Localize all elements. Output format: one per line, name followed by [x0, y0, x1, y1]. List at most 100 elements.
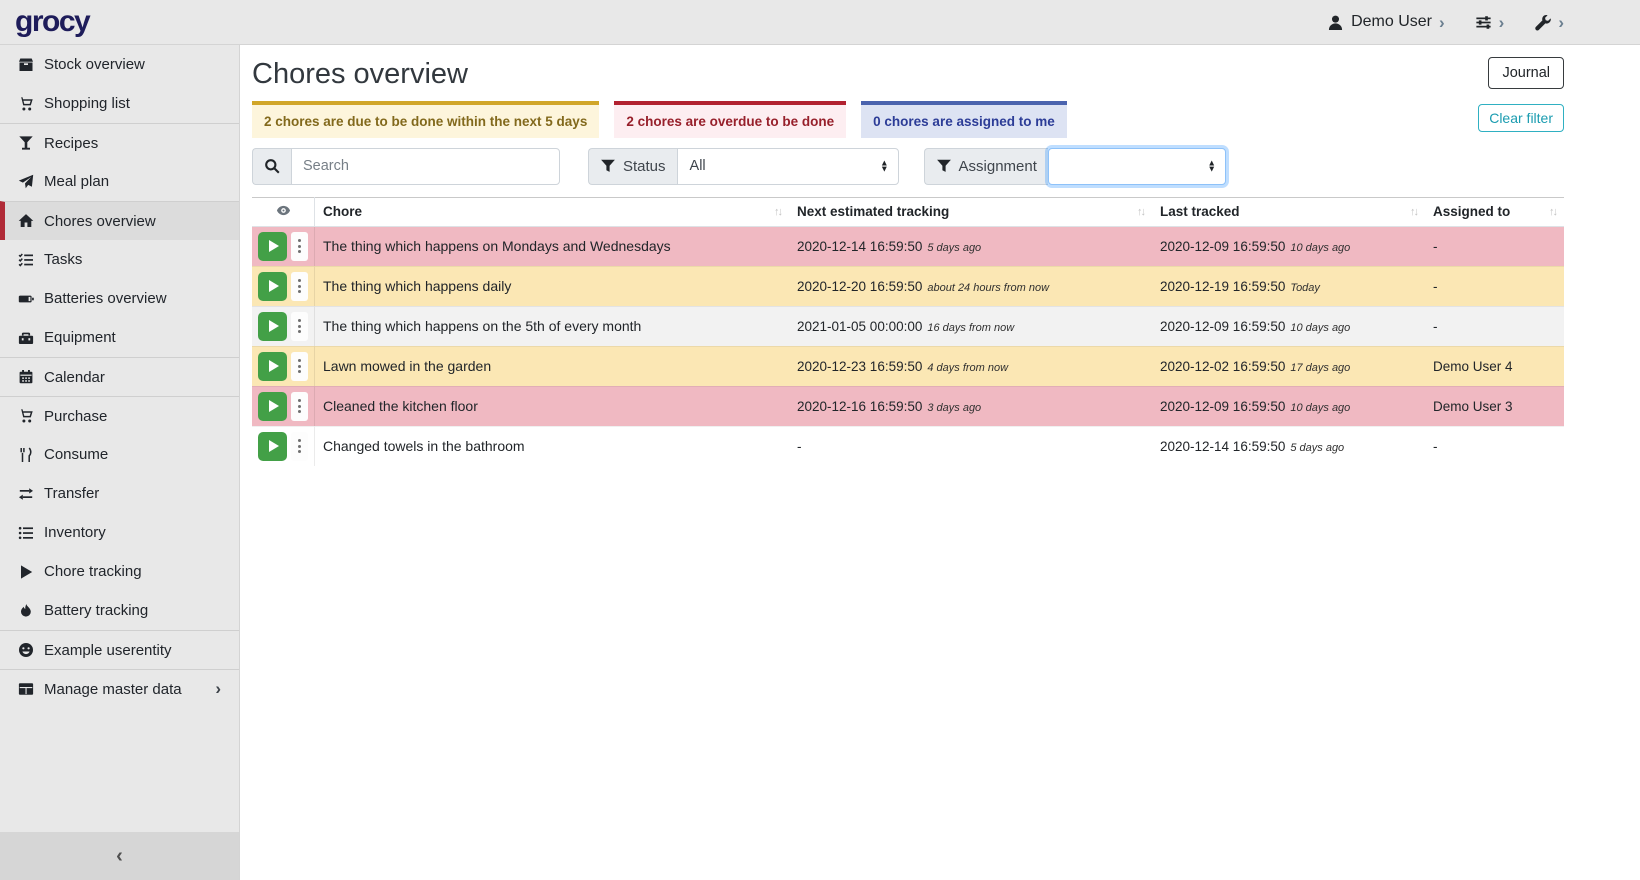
- chore-row: The thing which happens on the 5th of ev…: [252, 306, 1564, 346]
- calendar-icon: [14, 369, 38, 385]
- status-filter-label: Status: [588, 148, 677, 185]
- sidebar-item-battery-tracking[interactable]: Battery tracking: [0, 591, 239, 630]
- sidebar-item-inventory[interactable]: Inventory: [0, 513, 239, 552]
- assigned-to-cell: -: [1425, 426, 1564, 466]
- sidebar-item-stock-overview[interactable]: Stock overview: [0, 45, 239, 84]
- search-input[interactable]: [291, 148, 560, 185]
- user-menu[interactable]: Demo User ›: [1327, 13, 1445, 31]
- journal-button[interactable]: Journal: [1488, 57, 1564, 89]
- track-chore-button[interactable]: [258, 432, 287, 461]
- sidebar-item-meal-plan[interactable]: Meal plan: [0, 162, 239, 201]
- next-tracking-cell: 2020-12-23 16:59:504 days from now: [789, 346, 1152, 386]
- chore-row: Lawn mowed in the garden 2020-12-23 16:5…: [252, 346, 1564, 386]
- eye-icon: [276, 206, 291, 221]
- sidebar-item-consume[interactable]: Consume: [0, 435, 239, 474]
- page-title: Chores overview: [252, 57, 468, 92]
- app-logo[interactable]: grocy: [15, 7, 89, 37]
- sidebar: Stock overview Shopping list Recipes Mea…: [0, 45, 240, 880]
- wrench-icon: [1534, 14, 1551, 31]
- track-chore-button[interactable]: [258, 352, 287, 381]
- checklist-icon: [14, 252, 38, 268]
- column-header-next[interactable]: Next estimated tracking↑↓: [789, 197, 1152, 226]
- sidebar-item-shopping-list[interactable]: Shopping list: [0, 84, 239, 123]
- last-tracked-cell: 2020-12-14 16:59:505 days ago: [1152, 426, 1425, 466]
- row-menu-button[interactable]: [291, 392, 308, 421]
- column-header-assigned[interactable]: Assigned to↑↓: [1425, 197, 1564, 226]
- banner-assigned[interactable]: 0 chores are assigned to me: [861, 101, 1067, 138]
- topbar-menu: Demo User › › ›: [1327, 13, 1564, 31]
- row-menu-button[interactable]: [291, 272, 308, 301]
- admin-menu[interactable]: ›: [1534, 14, 1564, 31]
- sidebar-item-manage-master-data[interactable]: Manage master data ›: [0, 669, 239, 708]
- chore-name: The thing which happens on the 5th of ev…: [315, 306, 790, 346]
- assignment-filter-label: Assignment: [924, 148, 1048, 185]
- banner-overdue[interactable]: 2 chores are overdue to be done: [614, 101, 846, 138]
- sidebar-item-purchase[interactable]: Purchase: [0, 396, 239, 435]
- table-header-row: Chore↑↓Next estimated tracking↑↓Last tra…: [252, 197, 1564, 226]
- assigned-to-cell: -: [1425, 306, 1564, 346]
- chores-table: Chore↑↓Next estimated tracking↑↓Last tra…: [252, 197, 1564, 466]
- sidebar-item-calendar[interactable]: Calendar: [0, 357, 239, 396]
- chore-row: The thing which happens daily 2020-12-20…: [252, 266, 1564, 306]
- row-menu-button[interactable]: [291, 232, 308, 261]
- select-arrows-icon: ▲▼: [880, 161, 888, 172]
- chore-name: The thing which happens daily: [315, 266, 790, 306]
- banner-due[interactable]: 2 chores are due to be done within the n…: [252, 101, 599, 138]
- sidebar-item-batteries-overview[interactable]: Batteries overview: [0, 279, 239, 318]
- cart-icon: [14, 408, 38, 424]
- status-select[interactable]: All ▲▼: [677, 148, 899, 185]
- column-header-actions: [252, 197, 315, 226]
- assignment-select[interactable]: ▲▼: [1048, 148, 1226, 185]
- sidebar-item-chores-overview[interactable]: Chores overview: [0, 201, 239, 240]
- sidebar-item-recipes[interactable]: Recipes: [0, 123, 239, 162]
- assignment-filter-group: Assignment ▲▼: [924, 148, 1226, 185]
- sidebar-item-example-userentity[interactable]: Example userentity: [0, 630, 239, 669]
- sidebar-item-tasks[interactable]: Tasks: [0, 240, 239, 279]
- column-header-chore[interactable]: Chore↑↓: [315, 197, 790, 226]
- status-filter-group: Status All ▲▼: [588, 148, 899, 185]
- track-chore-button[interactable]: [258, 312, 287, 341]
- table-body: The thing which happens on Mondays and W…: [252, 226, 1564, 466]
- column-header-last[interactable]: Last tracked↑↓: [1152, 197, 1425, 226]
- sidebar-item-equipment[interactable]: Equipment: [0, 318, 239, 357]
- person-icon: [1327, 14, 1344, 31]
- sort-icon: ↑↓: [774, 206, 781, 218]
- play-icon: [269, 440, 279, 452]
- funnel-icon: [936, 158, 952, 174]
- last-tracked-cell: 2020-12-09 16:59:5010 days ago: [1152, 226, 1425, 266]
- sort-icon: ↑↓: [1549, 206, 1556, 218]
- search-icon-box: [252, 148, 291, 185]
- flame-icon: [14, 603, 38, 619]
- sidebar-collapse-button[interactable]: ‹: [0, 832, 239, 880]
- status-banners: 2 chores are due to be done within the n…: [252, 101, 1564, 138]
- last-tracked-cell: 2020-12-09 16:59:5010 days ago: [1152, 306, 1425, 346]
- main-content: Chores overview Journal 2 chores are due…: [240, 45, 1640, 880]
- last-tracked-cell: 2020-12-19 16:59:50Today: [1152, 266, 1425, 306]
- search-icon: [264, 158, 280, 174]
- home-icon: [14, 213, 38, 229]
- chevron-right-icon: ›: [215, 679, 229, 699]
- chore-row: The thing which happens on Mondays and W…: [252, 226, 1564, 266]
- settings-menu[interactable]: ›: [1475, 14, 1505, 31]
- cart-icon: [14, 96, 38, 112]
- list-icon: [14, 525, 38, 541]
- track-chore-button[interactable]: [258, 392, 287, 421]
- assigned-to-cell: Demo User 3: [1425, 386, 1564, 426]
- next-tracking-cell: 2020-12-14 16:59:505 days ago: [789, 226, 1152, 266]
- last-tracked-cell: 2020-12-02 16:59:5017 days ago: [1152, 346, 1425, 386]
- row-menu-button[interactable]: [291, 432, 308, 461]
- row-menu-button[interactable]: [291, 312, 308, 341]
- play-icon: [14, 564, 38, 580]
- row-menu-button[interactable]: [291, 352, 308, 381]
- clear-filter-button[interactable]: Clear filter: [1478, 104, 1564, 132]
- toolbox-icon: [14, 330, 38, 346]
- play-icon: [269, 280, 279, 292]
- play-icon: [269, 240, 279, 252]
- sidebar-item-chore-tracking[interactable]: Chore tracking: [0, 552, 239, 591]
- track-chore-button[interactable]: [258, 232, 287, 261]
- next-tracking-cell: 2020-12-20 16:59:50about 24 hours from n…: [789, 266, 1152, 306]
- utensils-icon: [14, 447, 38, 463]
- track-chore-button[interactable]: [258, 272, 287, 301]
- sidebar-item-transfer[interactable]: Transfer: [0, 474, 239, 513]
- battery-icon: [14, 291, 38, 307]
